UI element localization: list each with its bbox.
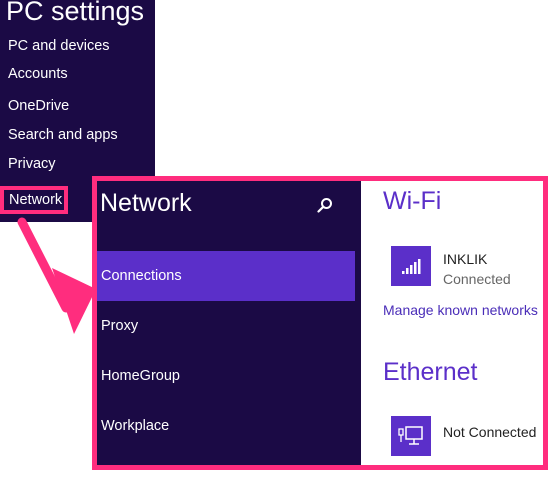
ethernet-status: Not Connected (443, 424, 537, 440)
wifi-section-title: Wi-Fi (383, 187, 442, 215)
network-item-connections[interactable]: Connections (97, 251, 355, 301)
pc-settings-title: PC settings (6, 0, 145, 26)
wifi-network-name[interactable]: INKLIK (443, 251, 487, 267)
connections-pane: Wi-Fi INKLIK Connected Manage known netw… (361, 181, 543, 465)
network-zoom-callout: Network Connections Proxy HomeGroup Work… (92, 176, 548, 470)
ethernet-icon[interactable] (391, 416, 431, 456)
search-icon[interactable] (317, 197, 333, 213)
sidebar-item-search-and-apps[interactable]: Search and apps (8, 127, 118, 143)
ethernet-section-title: Ethernet (383, 358, 478, 386)
network-title: Network (100, 189, 192, 217)
sidebar-item-network[interactable]: Network (0, 186, 68, 214)
wifi-signal-icon[interactable] (391, 246, 431, 286)
sidebar-item-onedrive[interactable]: OneDrive (8, 98, 69, 114)
manage-known-networks-link[interactable]: Manage known networks (383, 302, 538, 318)
wifi-status: Connected (443, 271, 511, 287)
sidebar-item-pc-and-devices[interactable]: PC and devices (8, 38, 110, 54)
sidebar-item-privacy[interactable]: Privacy (8, 156, 56, 172)
network-sidebar: Network Connections Proxy HomeGroup Work… (97, 181, 361, 465)
network-item-workplace[interactable]: Workplace (97, 401, 355, 451)
network-item-homegroup[interactable]: HomeGroup (97, 351, 355, 401)
sidebar-item-accounts[interactable]: Accounts (8, 66, 68, 82)
network-item-proxy[interactable]: Proxy (97, 301, 355, 351)
